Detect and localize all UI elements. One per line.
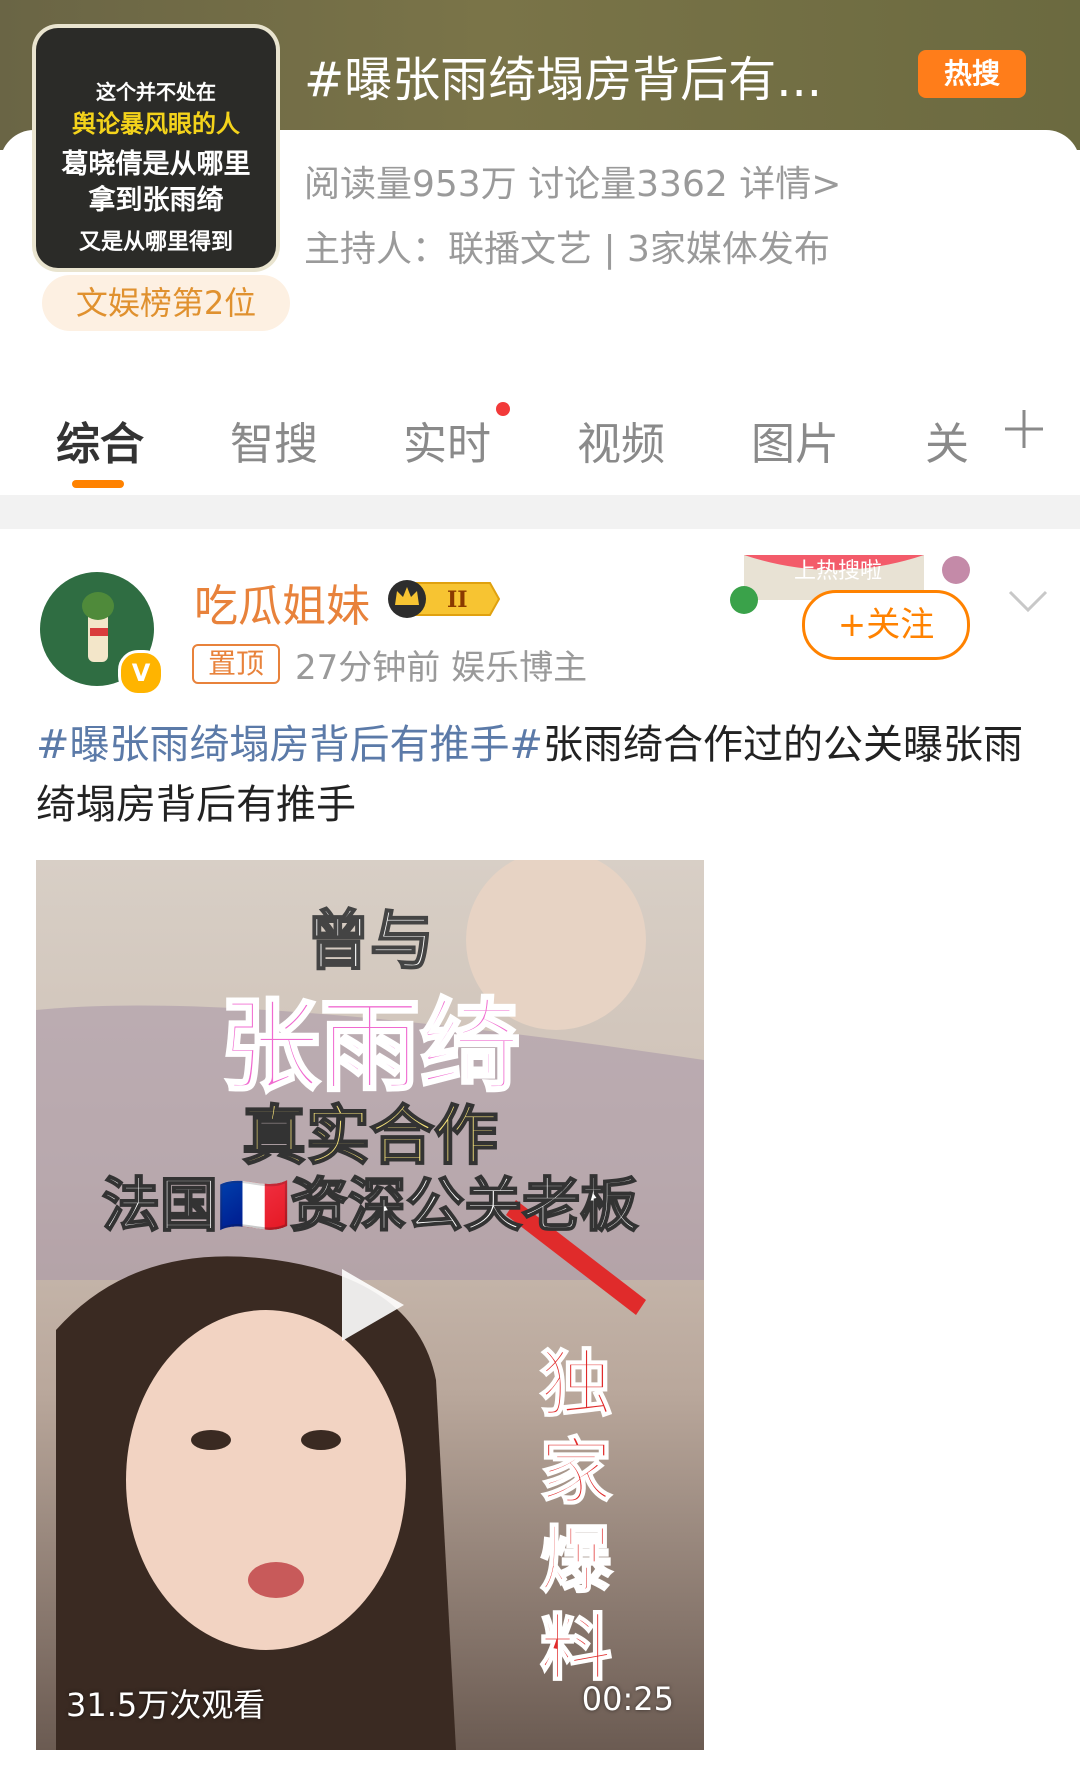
vip-crown-icon[interactable]: II <box>385 577 500 621</box>
post-content: #曝张雨绮塌房背后有推手#张雨绮合作过的公关曝张雨绮塌房背后有推手 <box>36 715 1046 835</box>
notification-dot <box>496 402 510 416</box>
pinned-tag: 置顶 <box>192 644 280 684</box>
view-count: 31.5万次观看 <box>66 1686 266 1724</box>
tab-video[interactable]: 视频 <box>577 408 665 472</box>
video-caption: 法国🇫🇷资深公关老板 <box>101 1170 639 1240</box>
tab-realtime[interactable]: 实时 <box>403 408 491 472</box>
vip-level: II <box>447 587 468 613</box>
thumb-line: 葛晓倩是从哪里 <box>61 149 251 180</box>
tab-bar: 综合 智搜 实时 视频 图片 关 <box>0 400 1080 490</box>
section-divider <box>0 495 1080 529</box>
hot-tag-label: 热搜 <box>943 57 1000 90</box>
video-duration: 00:25 <box>581 1680 674 1718</box>
topic-title: #曝张雨绮塌房背后有... <box>304 52 822 108</box>
follow-button[interactable]: +关注 <box>802 590 970 660</box>
add-tab-icon[interactable] <box>1003 408 1045 450</box>
video-player[interactable]: 曾与 张雨绮 真实合作 法国🇫🇷资深公关老板 独家爆料 31.5万次观看 00:… <box>36 860 704 1750</box>
chevron-down-icon[interactable] <box>1006 588 1050 616</box>
topic-stats[interactable]: 阅读量953万 讨论量3362 详情> <box>304 155 841 207</box>
thumb-line: 拿到张雨绮 <box>88 185 224 216</box>
tab-smart-search[interactable]: 智搜 <box>230 408 318 472</box>
thumb-line: 又是从哪里得到 <box>78 230 233 255</box>
hot-search-tag: 热搜 <box>918 50 1026 98</box>
post-meta: 27分钟前 娱乐博主 <box>295 648 588 688</box>
hashtag-link[interactable]: #曝张雨绮塌房背后有推手# <box>36 722 543 768</box>
rank-badge[interactable]: 文娱榜第2位 <box>42 275 290 331</box>
tab-more[interactable]: 关 <box>925 408 969 472</box>
active-tab-indicator <box>72 480 124 488</box>
topic-thumbnail[interactable]: 这个并不处在 舆论暴风眼的人 葛晓倩是从哪里 拿到张雨绮 又是从哪里得到 <box>36 28 276 268</box>
video-side-caption: 独家爆料 <box>539 1341 613 1691</box>
user-name[interactable]: 吃瓜姐妹 <box>194 570 370 634</box>
play-icon[interactable] <box>336 1265 408 1345</box>
thumb-line: 这个并不处在 <box>96 80 216 104</box>
tab-images[interactable]: 图片 <box>751 408 839 472</box>
verified-icon: V <box>118 650 164 696</box>
thumb-line: 舆论暴风眼的人 <box>72 110 240 138</box>
tab-general[interactable]: 综合 <box>56 408 144 472</box>
decor-text: 上热搜啦 <box>794 559 882 584</box>
topic-host: 主持人：联播文艺 | 3家媒体发布 <box>304 229 830 270</box>
